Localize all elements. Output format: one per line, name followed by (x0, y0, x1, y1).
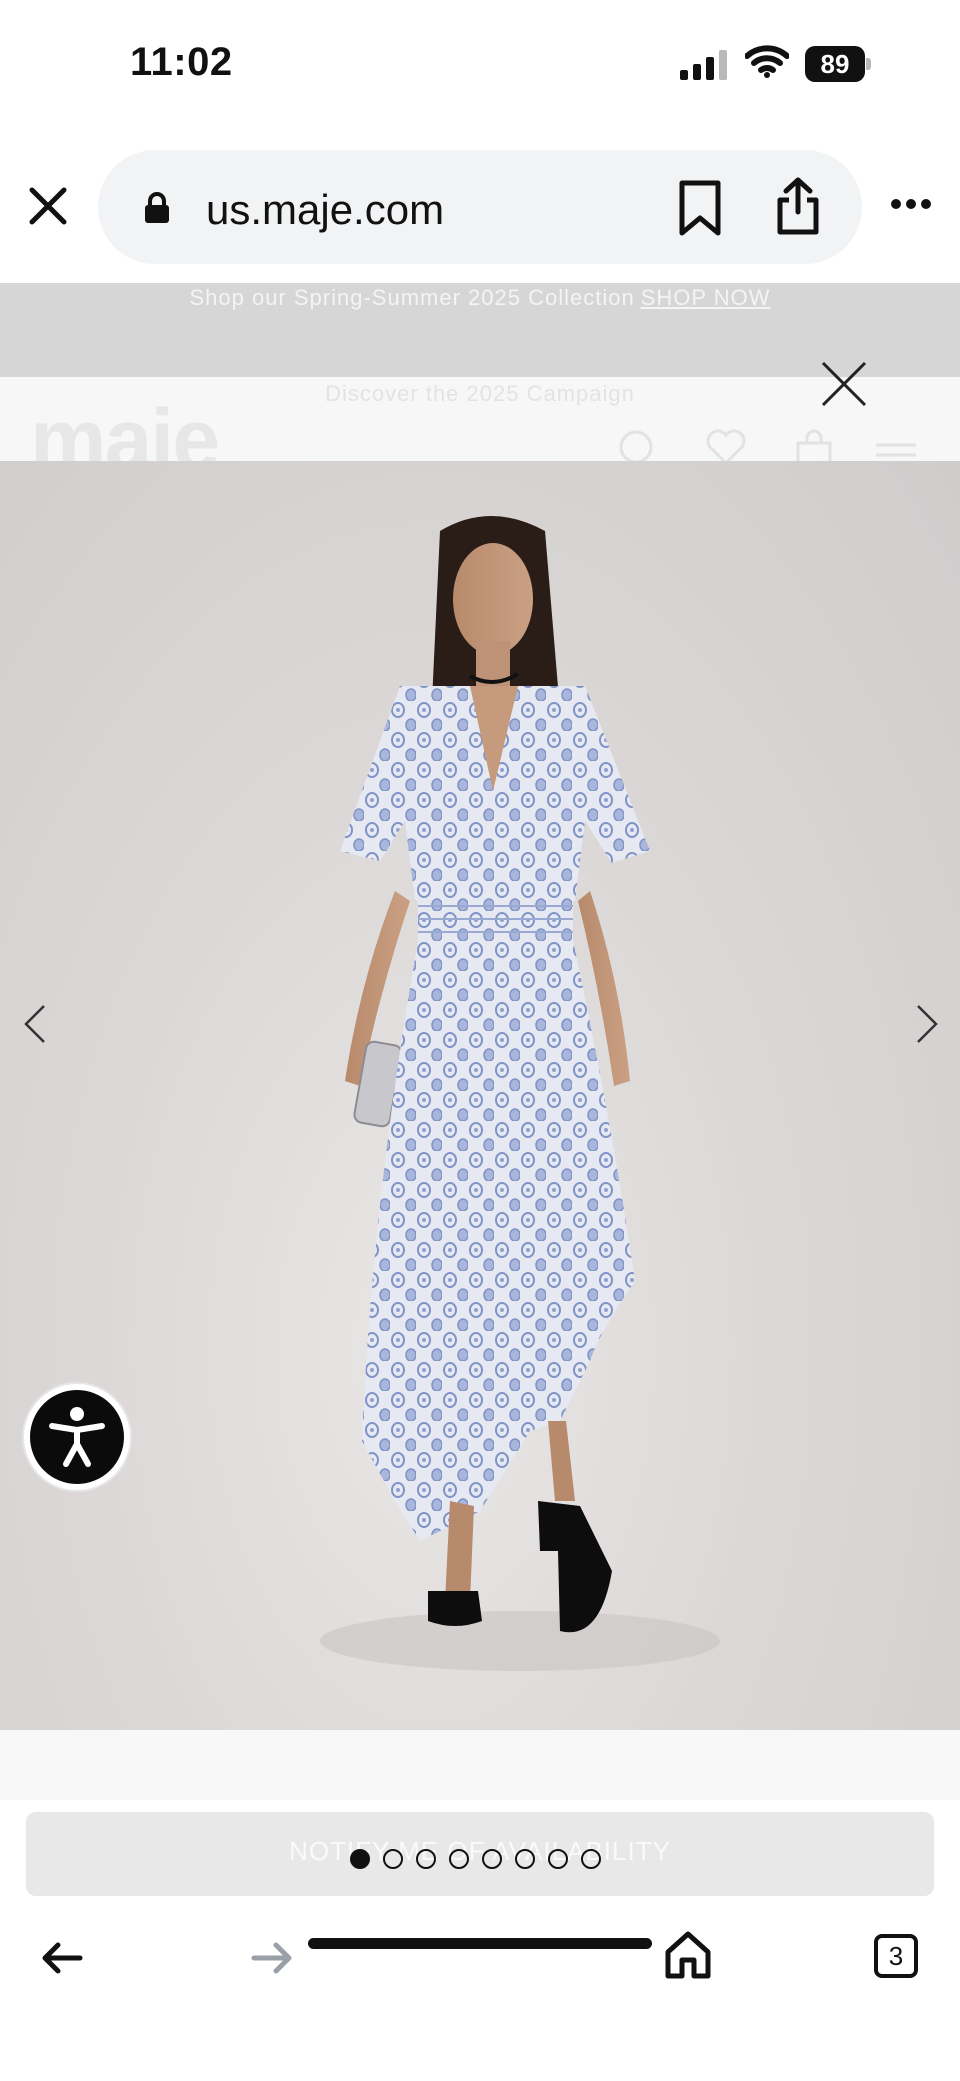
site-logo: maje (30, 392, 220, 461)
back-arrow-icon[interactable] (40, 1940, 84, 1976)
gallery-dot[interactable] (416, 1849, 436, 1869)
accessibility-button[interactable] (24, 1384, 130, 1490)
search-icon[interactable] (616, 427, 660, 461)
heart-icon[interactable] (704, 427, 748, 461)
shop-now-link[interactable]: SHOP NOW (641, 285, 771, 310)
gallery-dot[interactable] (350, 1849, 370, 1869)
home-indicator (308, 1938, 652, 1949)
site-header: Discover the 2025 Campaign maje (0, 377, 960, 461)
gallery-dot[interactable] (548, 1849, 568, 1869)
share-icon[interactable] (774, 176, 822, 236)
next-image-arrow-icon[interactable] (912, 1002, 942, 1046)
forward-arrow-icon[interactable] (250, 1940, 294, 1976)
gallery-dot[interactable] (383, 1849, 403, 1869)
lock-icon (145, 192, 169, 223)
status-bar: 11:02 89 (0, 0, 960, 130)
accessibility-person-icon (49, 1407, 105, 1467)
url-field[interactable]: us.maje.com (98, 150, 862, 264)
more-options-icon[interactable] (890, 198, 932, 210)
gallery-dot[interactable] (449, 1849, 469, 1869)
battery-level: 89 (805, 46, 865, 82)
browser-toolbar: 3 (0, 1900, 960, 2081)
close-gallery-icon[interactable] (820, 360, 868, 408)
status-time: 11:02 (130, 40, 233, 84)
model-in-dress-illustration (320, 516, 720, 1671)
cellular-signal-icon (680, 50, 727, 80)
url-text: us.maje.com (206, 186, 445, 233)
menu-icon[interactable] (874, 427, 918, 461)
previous-image-arrow-icon[interactable] (20, 1002, 50, 1046)
tabs-button[interactable]: 3 (874, 1934, 918, 1978)
gallery-dot[interactable] (581, 1849, 601, 1869)
battery-icon: 89 (805, 46, 871, 82)
gallery-dot[interactable] (482, 1849, 502, 1869)
browser-address-bar: us.maje.com (0, 130, 960, 280)
gallery-dot[interactable] (515, 1849, 535, 1869)
product-details-area (0, 1730, 960, 1800)
promo-banner: Shop our Spring-Summer 2025 Collection SH… (0, 283, 960, 377)
promo-text: Shop our Spring-Summer 2025 Collection SH… (189, 285, 771, 310)
wifi-icon (745, 45, 789, 78)
bag-icon[interactable] (792, 427, 836, 461)
home-icon[interactable] (664, 1930, 712, 1980)
gallery-pagination (350, 1849, 601, 1873)
product-image[interactable] (0, 461, 960, 1730)
bookmark-icon[interactable] (678, 180, 722, 236)
close-tab-icon[interactable] (28, 186, 68, 226)
